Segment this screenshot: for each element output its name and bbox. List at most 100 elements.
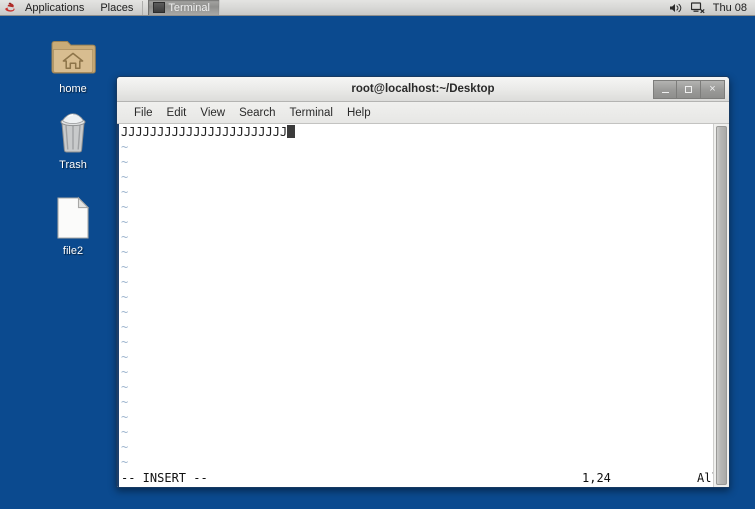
vim-empty-line-markers: ~ ~ ~ ~ ~ ~ ~ ~ ~ ~ ~ ~ ~ ~ ~ ~ ~ ~ ~ ~ ~ ~ [121, 140, 713, 470]
tilde-icon: ~ [121, 455, 129, 469]
vim-text-line-1: JJJJJJJJJJJJJJJJJJJJJJJ [121, 125, 713, 140]
menu-terminal-label: Terminal [289, 106, 333, 119]
desktop-icon-trash[interactable]: Trash [36, 108, 110, 171]
maximize-icon [685, 85, 692, 93]
vim-empty-line: ~ [121, 230, 713, 245]
tilde-icon: ~ [121, 185, 129, 199]
panel-tray-section: Thu 08 [669, 0, 755, 15]
volume-icon[interactable] [669, 2, 683, 14]
terminal-window-icon [153, 2, 166, 13]
vim-empty-line: ~ [121, 455, 713, 470]
tilde-icon: ~ [121, 140, 129, 154]
tilde-icon: ~ [121, 335, 129, 349]
vim-empty-line: ~ [121, 170, 713, 185]
tilde-icon: ~ [121, 260, 129, 274]
menu-view-label: View [200, 106, 226, 119]
tilde-icon: ~ [121, 410, 129, 424]
vim-mode-indicator: -- INSERT -- [121, 470, 208, 485]
menu-file-label: File [134, 106, 153, 119]
tilde-icon: ~ [121, 380, 129, 394]
tilde-icon: ~ [121, 425, 129, 439]
menu-places-label: Places [100, 1, 134, 14]
vim-empty-line: ~ [121, 275, 713, 290]
close-button[interactable]: × [701, 79, 725, 99]
tilde-icon: ~ [121, 305, 129, 319]
tilde-icon: ~ [121, 290, 129, 304]
menu-edit[interactable]: Edit [160, 105, 194, 121]
terminal-body: JJJJJJJJJJJJJJJJJJJJJJJ ~ ~ ~ ~ ~ ~ ~ ~ ~ ~ ~ ~ ~ ~ ~ ~… [117, 124, 729, 487]
desktop: Applications Places Terminal Thu 08 home… [0, 0, 755, 509]
menu-applications[interactable]: Applications [17, 0, 92, 15]
menu-search-label: Search [239, 106, 276, 119]
tilde-icon: ~ [121, 275, 129, 289]
document-file-icon [36, 194, 110, 242]
network-display-icon[interactable] [690, 1, 705, 14]
vim-empty-line: ~ [121, 155, 713, 170]
desktop-icon-home[interactable]: home [36, 32, 110, 95]
menu-search[interactable]: Search [232, 105, 282, 121]
tilde-icon: ~ [121, 320, 129, 334]
tilde-icon: ~ [121, 245, 129, 259]
tilde-icon: ~ [121, 200, 129, 214]
window-controls: × [653, 79, 727, 99]
vim-empty-line: ~ [121, 215, 713, 230]
vim-empty-line: ~ [121, 335, 713, 350]
vim-scroll-indicator: All [697, 470, 713, 485]
terminal-scrollbar[interactable] [713, 124, 729, 487]
menu-terminal[interactable]: Terminal [283, 105, 340, 121]
maximize-button[interactable] [677, 79, 701, 99]
menu-file[interactable]: File [127, 105, 160, 121]
desktop-icon-trash-label: Trash [59, 159, 87, 171]
vim-empty-line: ~ [121, 440, 713, 455]
panel-clock[interactable]: Thu 08 [713, 2, 749, 14]
tilde-icon: ~ [121, 230, 129, 244]
taskbar-item-terminal[interactable]: Terminal [148, 0, 220, 15]
menu-help[interactable]: Help [340, 105, 378, 121]
tilde-icon: ~ [121, 170, 129, 184]
vim-editor-screen[interactable]: JJJJJJJJJJJJJJJJJJJJJJJ ~ ~ ~ ~ ~ ~ ~ ~ ~ ~ ~ ~ ~ ~ ~ ~… [119, 124, 713, 487]
close-icon: × [709, 83, 716, 95]
vim-status-line: -- INSERT -- 1,24 All [119, 469, 713, 487]
terminal-window-title: root@localhost:~/Desktop [351, 83, 495, 95]
menu-edit-label: Edit [166, 106, 187, 119]
menu-applications-label: Applications [25, 1, 85, 14]
vim-empty-line: ~ [121, 380, 713, 395]
vim-empty-line: ~ [121, 200, 713, 215]
vim-empty-line: ~ [121, 260, 713, 275]
vim-empty-line: ~ [121, 140, 713, 155]
minimize-button[interactable] [653, 79, 677, 99]
vim-empty-line: ~ [121, 425, 713, 440]
menu-help-label: Help [346, 106, 371, 119]
vim-empty-line: ~ [121, 185, 713, 200]
tilde-icon: ~ [121, 365, 129, 379]
vim-empty-line: ~ [121, 245, 713, 260]
panel-left-section: Applications Places Terminal [0, 0, 220, 15]
taskbar-item-terminal-label: Terminal [168, 1, 210, 14]
vim-empty-line: ~ [121, 320, 713, 335]
desktop-icon-file2[interactable]: file2 [36, 194, 110, 257]
text-cursor [287, 125, 296, 138]
vim-empty-line: ~ [121, 410, 713, 425]
tilde-icon: ~ [121, 155, 129, 169]
redhat-logo-icon[interactable] [3, 1, 16, 14]
vim-cursor-position: 1,24 [582, 470, 611, 485]
vim-line-content: JJJJJJJJJJJJJJJJJJJJJJJ [121, 125, 288, 139]
desktop-icon-file2-label: file2 [62, 245, 84, 257]
terminal-menubar: File Edit View Search Terminal Help [117, 102, 729, 124]
menu-places[interactable]: Places [92, 0, 141, 15]
terminal-scrollbar-thumb[interactable] [716, 126, 727, 485]
tilde-icon: ~ [121, 395, 129, 409]
terminal-titlebar[interactable]: root@localhost:~/Desktop × [117, 77, 729, 102]
vim-empty-line: ~ [121, 365, 713, 380]
desktop-icon-home-label: home [59, 83, 87, 95]
vim-empty-line: ~ [121, 305, 713, 320]
trash-can-icon [36, 108, 110, 156]
tilde-icon: ~ [121, 440, 129, 454]
vim-empty-line: ~ [121, 290, 713, 305]
terminal-window[interactable]: root@localhost:~/Desktop × File Edit Vie… [116, 76, 730, 488]
panel-separator [142, 0, 144, 15]
tilde-icon: ~ [121, 350, 129, 364]
menu-view[interactable]: View [193, 105, 232, 121]
vim-empty-line: ~ [121, 350, 713, 365]
vim-empty-line: ~ [121, 395, 713, 410]
